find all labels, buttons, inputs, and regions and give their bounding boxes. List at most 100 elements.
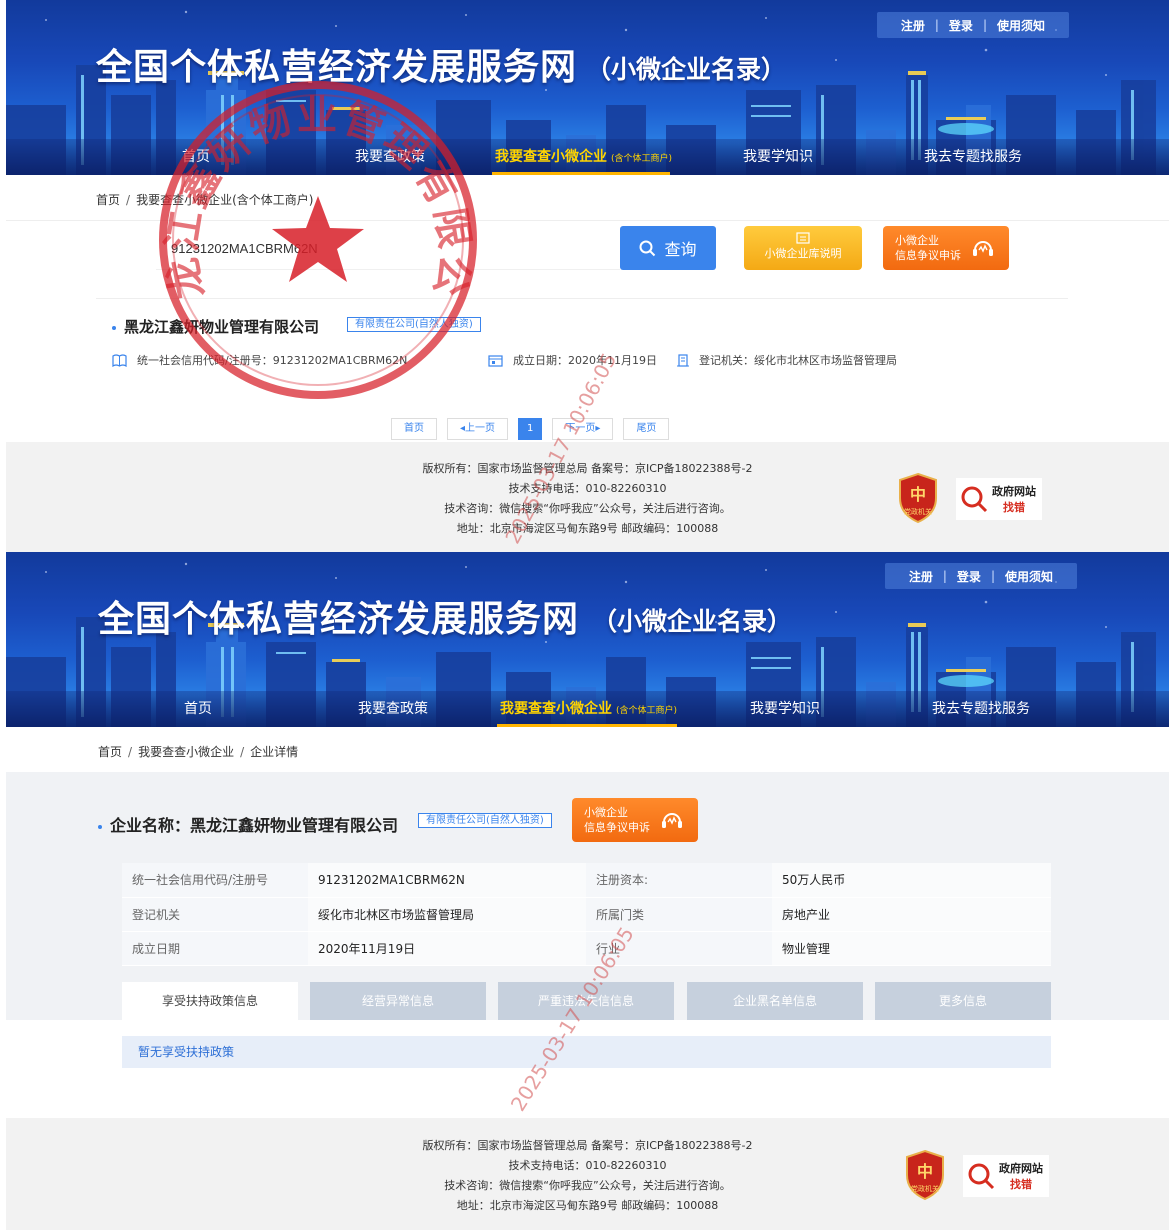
tab-blacklist[interactable]: 企业黑名单信息 [687,982,863,1020]
breadcrumb-separator: / [128,745,133,759]
detail-company-name: 企业名称：黑龙江鑫妍物业管理有限公司 [98,812,398,836]
login-link[interactable]: 登录 [947,568,991,585]
pager-next[interactable]: 下一页▸ [552,418,614,440]
table-row: 统一社会信用代码/注册号 91231202MA1CBRM62N 注册资本: 50… [122,863,1051,898]
party-government-shield-icon[interactable]: 中 党政机关 [896,472,940,524]
info-value: 91231202MA1CBRM62N [308,863,586,898]
library-guide-label: 小微企业库说明 [764,247,842,260]
svg-text:找错: 找错 [1003,500,1025,514]
pagination: 首页 ◂上一页 1 下一页▸ 尾页 [391,418,670,440]
pager-first[interactable]: 首页 [391,418,437,440]
credit-code-value: 91231202MA1CBRM62N [272,354,408,367]
result-company-name[interactable]: 黑龙江鑫妍物业管理有限公司 [112,316,319,337]
authority-label: 登记机关： [699,354,754,367]
search-button[interactable]: 查询 [620,226,716,270]
dispute-label-line2: 信息争议申诉 [584,821,650,834]
site-title: 全国个体私营经济发展服务网 [98,599,580,640]
info-key: 登记机关 [122,897,308,932]
authority-value: 绥化市北林区市场监督管理局 [754,354,897,367]
usage-notice-link[interactable]: 使用须知 [987,17,1055,34]
info-value: 50万人民币 [772,863,1051,898]
nav-knowledge[interactable]: 我要学知识 [750,698,820,718]
empty-state-message: 暂无享受扶持政策 [122,1036,1051,1068]
company-name-label: 企业名称： [110,816,191,835]
info-value: 绥化市北林区市场监督管理局 [308,897,586,932]
chevron-right-icon: ▸ [595,423,601,434]
party-government-shield-icon[interactable]: 中 党政机关 [903,1149,947,1201]
site-subtitle: （小微企业名录） [586,55,787,84]
gov-website-error-badge[interactable]: 政府网站 找错 [956,478,1042,520]
breadcrumb-home[interactable]: 首页 [96,193,120,207]
breadcrumb-home[interactable]: 首页 [98,745,122,759]
nav-active-underline [497,724,677,727]
svg-text:政府网站: 政府网站 [999,1161,1043,1175]
svg-text:找错: 找错 [1010,1177,1032,1191]
nav-services[interactable]: 我去专题找服务 [932,698,1030,718]
nav-home[interactable]: 首页 [184,698,212,718]
nav-enterprise-search[interactable]: 我要查查小微企业 (含个体工商户) [495,146,672,166]
register-link[interactable]: 注册 [891,17,935,34]
info-key: 注册资本: [586,863,772,898]
nav-policy[interactable]: 我要查政策 [355,146,425,166]
tab-abnormal-operation[interactable]: 经营异常信息 [310,982,486,1020]
footer-address: 地址：北京市海淀区马甸东路9号 邮政编码：100088 [456,1199,719,1212]
bullet-dot [98,824,102,829]
calendar-icon [488,354,503,367]
gov-website-logo: 政府网站 找错 [968,1161,1043,1191]
dispute-appeal-button[interactable]: 小微企业 信息争议申诉 [883,226,1009,270]
gov-website-error-badge[interactable]: 政府网站 找错 [963,1155,1049,1197]
breadcrumb: 首页 / 我要查查小微企业(含个体工商户) [96,191,313,208]
nav-knowledge[interactable]: 我要学知识 [743,146,813,166]
detail-tabs: 享受扶持政策信息 经营异常信息 严重违法失信信息 企业黑名单信息 更多信息 [122,982,1051,1020]
company-name-value: 黑龙江鑫妍物业管理有限公司 [190,816,399,835]
info-key: 所属门类 [586,897,772,932]
site-banner: 全国个体私营经济发展服务网 （小微企业名录） 注册 | 登录 | 使用须知 首页… [6,0,1169,175]
breadcrumb-current: 我要查查小微企业(含个体工商户) [136,193,314,207]
svg-text:党政机关: 党政机关 [904,507,932,516]
main-nav: 首页 我要查政策 我要查查小微企业 (含个体工商户) 我要学知识 我去专题找服务 [6,689,1169,727]
site-title: 全国个体私营经济发展服务网 [96,47,578,88]
footer-copyright: 版权所有：国家市场监督管理总局 备案号：京ICP备18022388号-2 [422,462,753,475]
tab-more-info[interactable]: 更多信息 [875,982,1051,1020]
company-type-tag: 有限责任公司(自然人独资) [347,317,481,332]
search-results-screenshot: 全国个体私营经济发展服务网 （小微企业名录） 注册 | 登录 | 使用须知 首页… [6,0,1169,552]
dispute-appeal-button[interactable]: 小微企业 信息争议申诉 [572,798,698,842]
result-authority: 登记机关：绥化市北林区市场监督管理局 [677,352,897,368]
info-key: 统一社会信用代码/注册号 [122,863,308,898]
nav-policy[interactable]: 我要查政策 [358,698,428,718]
pager-current[interactable]: 1 [518,418,543,440]
building-icon [677,353,689,367]
svg-text:政府网站: 政府网站 [992,484,1036,498]
breadcrumb-search[interactable]: 我要查查小微企业 [138,745,234,759]
bullet-dot [112,325,116,330]
info-value: 2020年11月19日 [308,931,586,966]
document-icon [796,232,810,244]
search-input[interactable] [156,228,620,270]
breadcrumb-separator: / [240,745,245,759]
pager-next-label: 下一页 [565,423,596,434]
footer-address: 地址：北京市海淀区马甸东路9号 邮政编码：100088 [456,522,719,535]
svg-text:中: 中 [910,485,926,504]
established-value: 2020年11月19日 [568,354,657,367]
pager-prev[interactable]: ◂上一页 [447,418,509,440]
login-link[interactable]: 登录 [939,17,983,34]
dispute-label-line1: 小微企业 [584,806,628,819]
search-icon [639,240,656,256]
tab-serious-violation[interactable]: 严重违法失信信息 [498,982,674,1020]
nav-enterprise-search[interactable]: 我要查查小微企业 (含个体工商户) [500,698,677,718]
nav-enterprise-search-sub: (含个体工商户) [616,706,678,716]
table-row: 登记机关 绥化市北林区市场监督管理局 所属门类 房地产业 [122,897,1051,932]
usage-notice-link[interactable]: 使用须知 [995,568,1063,585]
table-row: 成立日期 2020年11月19日 行业 物业管理 [122,931,1051,966]
tab-support-policy[interactable]: 享受扶持政策信息 [122,982,298,1020]
pager-last[interactable]: 尾页 [623,418,670,440]
nav-enterprise-search-label: 我要查查小微企业 [495,149,607,165]
library-guide-button[interactable]: 小微企业库说明 [744,226,862,270]
nav-enterprise-search-sub: (含个体工商户) [611,154,673,164]
headset-icon [662,813,682,828]
site-subtitle: （小微企业名录） [592,607,793,636]
nav-home[interactable]: 首页 [182,146,210,166]
nav-services[interactable]: 我去专题找服务 [924,146,1022,166]
top-links: 注册 | 登录 | 使用须知 [876,12,1069,38]
register-link[interactable]: 注册 [899,568,943,585]
